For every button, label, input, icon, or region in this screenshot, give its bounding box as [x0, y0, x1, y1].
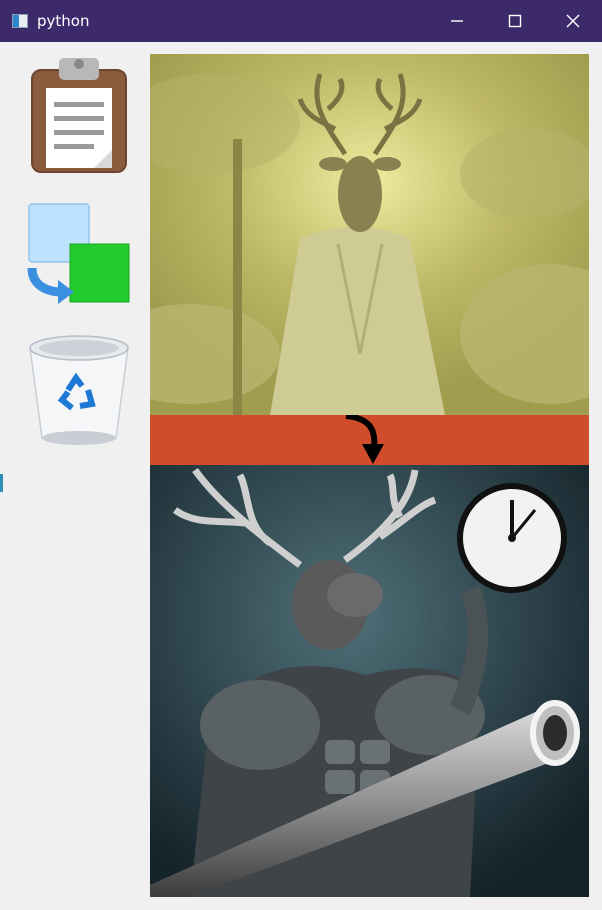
sidebar-item-recycle-bin[interactable] — [24, 328, 134, 448]
sidebar-item-copy[interactable] — [24, 200, 134, 306]
muscular-deer-clock-image — [150, 465, 589, 897]
curved-arrow-down-icon — [345, 415, 384, 464]
wall-clock-graphic — [457, 483, 567, 593]
minimize-button[interactable] — [428, 0, 486, 42]
left-edge-marker — [0, 474, 3, 492]
sidebar-item-clipboard[interactable] — [24, 54, 134, 174]
title-bar[interactable]: python — [0, 0, 602, 42]
window-app-icon — [12, 14, 28, 28]
close-button[interactable] — [544, 0, 602, 42]
deer-deity-image — [150, 54, 589, 415]
window-client-area — [0, 42, 602, 910]
deer-deity-illustration — [150, 54, 589, 415]
recycle-bin-icon — [29, 335, 129, 445]
copy-move-icon — [27, 203, 130, 304]
window-title: python — [37, 12, 90, 30]
clipboard-icon — [31, 58, 127, 173]
muscular-deer-illustration — [150, 465, 589, 897]
maximize-button[interactable] — [486, 0, 544, 42]
close-icon — [566, 14, 580, 28]
minimize-icon — [451, 20, 463, 22]
maximize-icon — [508, 14, 522, 28]
transition-banner — [150, 415, 589, 465]
